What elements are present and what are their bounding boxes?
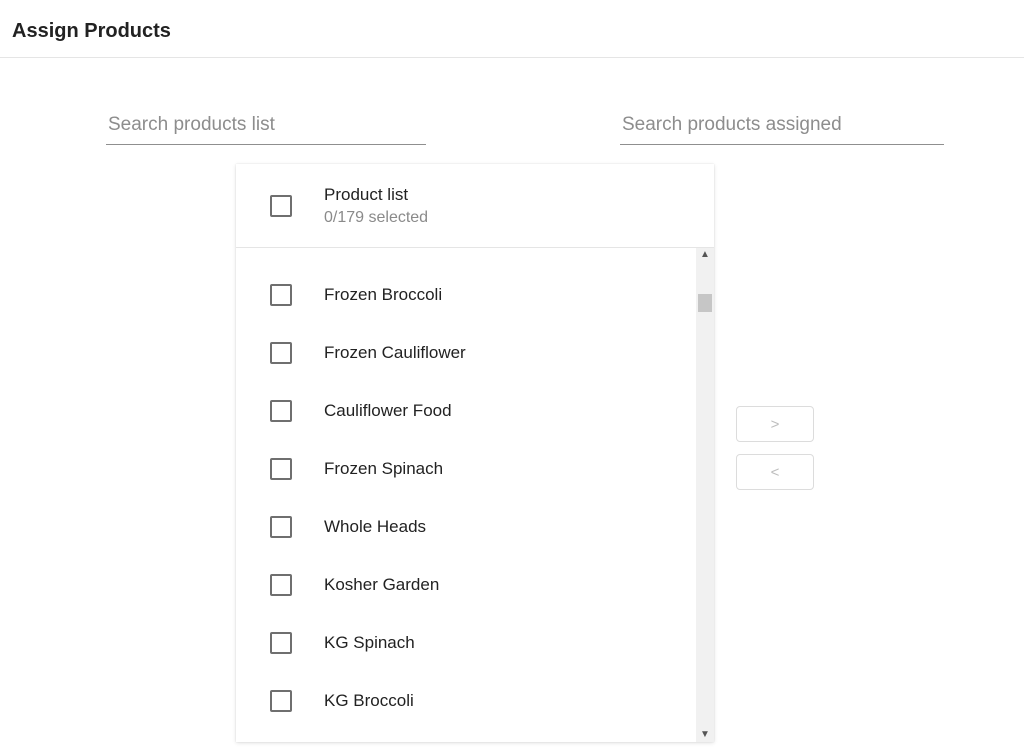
product-list-selected-count: 0/179 selected [324,207,428,229]
item-checkbox[interactable] [270,516,292,538]
list-item[interactable]: Frozen Spinach [236,440,696,498]
list-item[interactable]: KG Broccoli [236,672,696,730]
scroll-up-arrow-icon[interactable]: ▲ [696,248,714,262]
select-all-checkbox[interactable] [270,195,292,217]
search-right-wrap [620,108,944,145]
item-checkbox[interactable] [270,284,292,306]
assign-button[interactable]: > [736,406,814,442]
transfer-buttons: > < [736,406,814,502]
product-list-header-title: Product list [324,184,428,207]
item-label: Kosher Garden [324,575,439,595]
item-label: KG Spinach [324,633,415,653]
unassign-button[interactable]: < [736,454,814,490]
title-divider [0,57,1024,58]
item-checkbox[interactable] [270,458,292,480]
item-checkbox[interactable] [270,574,292,596]
item-label: Frozen Cauliflower [324,343,466,363]
list-item[interactable]: Whole Heads [236,498,696,556]
search-products-list-input[interactable] [106,108,426,145]
scroll-down-arrow-icon[interactable]: ▼ [696,728,714,742]
product-list-header-text: Product list 0/179 selected [324,184,428,229]
list-item[interactable]: KG Spinach [236,614,696,672]
scrollbar-thumb[interactable] [698,294,712,312]
list-item[interactable]: Frozen Cauliflower [236,324,696,382]
product-list-header: Product list 0/179 selected [236,164,714,248]
item-label: Frozen Broccoli [324,285,442,305]
item-checkbox[interactable] [270,690,292,712]
list-item[interactable]: Frozen Broccoli [236,266,696,324]
item-checkbox[interactable] [270,342,292,364]
item-checkbox[interactable] [270,400,292,422]
page-title: Assign Products [0,0,1024,57]
product-list-body-wrap: Frozen Broccoli Frozen Cauliflower Caulifl… [236,248,714,742]
item-label: KG Broccoli [324,691,414,711]
item-label: Whole Heads [324,517,426,537]
list-item[interactable]: Cauliflower Food [236,382,696,440]
item-label: Frozen Spinach [324,459,443,479]
list-item[interactable]: Kosher Garden [236,556,696,614]
product-list-scrollbar[interactable]: ▲ ▼ [696,248,714,742]
item-label: Cauliflower Food [324,401,452,421]
search-left-wrap [106,108,426,145]
product-list-body: Frozen Broccoli Frozen Cauliflower Caulifl… [236,248,696,742]
search-products-assigned-input[interactable] [620,108,944,145]
product-list-panel: Product list 0/179 selected Frozen Brocc… [236,164,714,742]
item-checkbox[interactable] [270,632,292,654]
